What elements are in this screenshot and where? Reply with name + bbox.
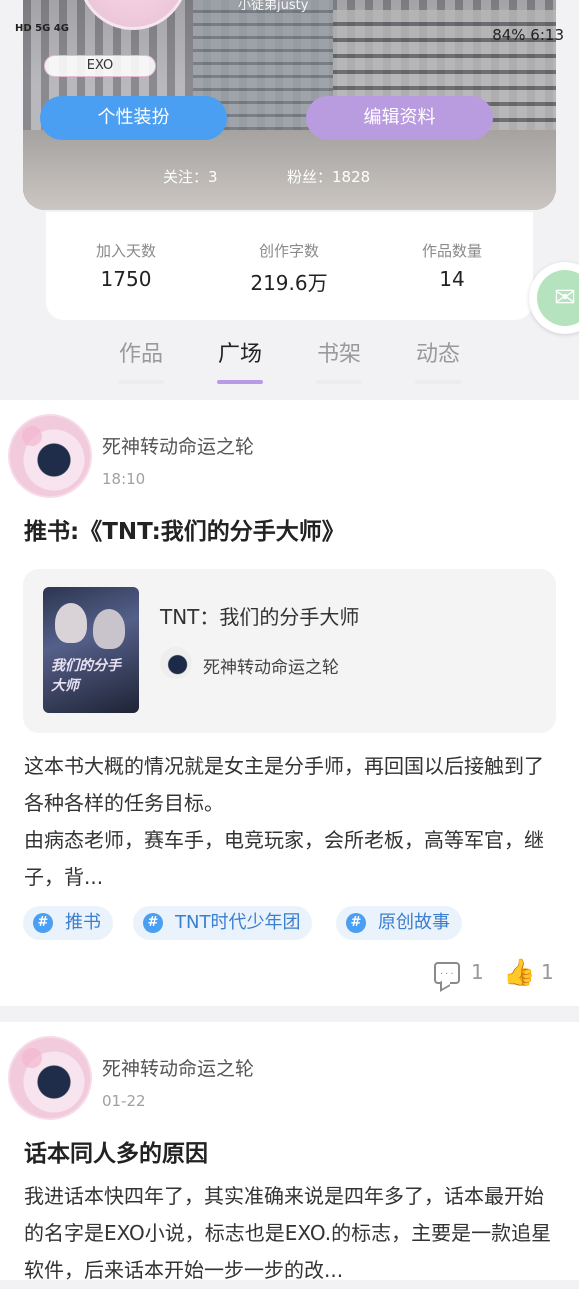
tag-label: 原创故事 bbox=[378, 912, 450, 933]
book-title[interactable]: TNT：我们的分手大师 bbox=[160, 601, 359, 630]
feed-post[interactable]: 死神转动命运之轮 01-22 话本同人多的原因 我进话本快四年了，其实准确来说是… bbox=[0, 1022, 579, 1282]
profile-tabs: 作品 广场 书架 动态 bbox=[0, 336, 579, 386]
cover-figure bbox=[93, 609, 125, 649]
post-title[interactable]: 话本同人多的原因 bbox=[24, 1134, 208, 1168]
tab-label: 作品 bbox=[118, 342, 163, 367]
tab-indicator bbox=[316, 380, 362, 384]
tab-label: 动态 bbox=[415, 342, 460, 367]
dress-up-button[interactable]: 个性装扮 bbox=[40, 96, 227, 140]
tab-works[interactable]: 作品 bbox=[111, 336, 171, 384]
stat-label: 作品数量 bbox=[421, 242, 482, 260]
book-cover[interactable]: 我们的分手大师 bbox=[43, 587, 139, 713]
stat-value: 14 bbox=[439, 267, 465, 291]
tab-activity[interactable]: 动态 bbox=[408, 336, 468, 384]
hashtag-icon: # bbox=[346, 913, 366, 933]
hashtag-icon: # bbox=[143, 913, 163, 933]
stat-label: 加入天数 bbox=[95, 242, 156, 260]
post-author[interactable]: 死神转动命运之轮 bbox=[102, 1054, 254, 1081]
post-actions: ··· 1 👍 1 bbox=[379, 958, 579, 990]
following-count[interactable]: 关注：3 bbox=[163, 166, 218, 187]
fans-count[interactable]: 粉丝：1828 bbox=[287, 166, 370, 187]
tab-square[interactable]: 广场 bbox=[210, 336, 270, 384]
profile-tag[interactable]: EXO bbox=[44, 55, 156, 77]
comment-icon[interactable]: ··· bbox=[434, 962, 460, 984]
wechat-float-button[interactable]: ✉ bbox=[529, 262, 579, 334]
edit-profile-button[interactable]: 编辑资料 bbox=[306, 96, 493, 140]
like-count: 1 bbox=[541, 960, 554, 984]
tab-indicator bbox=[118, 380, 164, 384]
stat-value: 219.6万 bbox=[250, 271, 328, 295]
author-avatar[interactable] bbox=[8, 1036, 92, 1120]
feed-post[interactable]: 死神转动命运之轮 18:10 推书:《TNT:我们的分手大师》 我们的分手大师 … bbox=[0, 400, 579, 1006]
signal-indicators: HD 5G 4G bbox=[15, 23, 69, 34]
author-avatar[interactable] bbox=[8, 414, 92, 498]
post-time: 18:10 bbox=[102, 470, 146, 488]
post-author[interactable]: 死神转动命运之轮 bbox=[102, 432, 254, 459]
wechat-icon: ✉ bbox=[537, 270, 579, 326]
tag-chip[interactable]: # TNT时代少年团 bbox=[133, 906, 313, 940]
battery-clock: 84% 6:13 bbox=[492, 26, 564, 44]
book-card[interactable]: 我们的分手大师 TNT：我们的分手大师 死神转动命运之轮 bbox=[23, 569, 556, 733]
tag-label: 推书 bbox=[65, 912, 101, 933]
comment-count: 1 bbox=[471, 960, 484, 984]
stat-join-days: 加入天数 1750 bbox=[56, 240, 196, 291]
tab-indicator bbox=[217, 380, 263, 384]
tab-bookshelf[interactable]: 书架 bbox=[309, 336, 369, 384]
tab-label: 广场 bbox=[217, 342, 262, 367]
thumbs-up-icon[interactable]: 👍 bbox=[503, 958, 535, 988]
status-bar: HD 5G 4G 84% 6:13 bbox=[0, 23, 579, 45]
profile-username: 小徒弟justy bbox=[238, 0, 309, 13]
post-time: 01-22 bbox=[102, 1092, 146, 1110]
post-body[interactable]: 这本书大概的情况就是女主是分手师，再回国以后接触到了各种各样的任务目标。 由病态… bbox=[24, 748, 559, 896]
cover-text: 我们的分手大师 bbox=[51, 658, 121, 694]
tag-chip[interactable]: # 推书 bbox=[23, 906, 113, 940]
cover-figure bbox=[55, 603, 87, 643]
stat-works-count: 作品数量 14 bbox=[382, 240, 522, 291]
tab-indicator bbox=[415, 380, 461, 384]
book-author-avatar bbox=[160, 647, 192, 679]
hashtag-icon: # bbox=[33, 913, 53, 933]
post-body[interactable]: 我进话本快四年了，其实准确来说是四年多了，话本最开始的名字是EXO小说，标志也是… bbox=[24, 1178, 559, 1289]
stat-label: 创作字数 bbox=[258, 242, 319, 260]
tag-chip[interactable]: # 原创故事 bbox=[336, 906, 462, 940]
stat-value: 1750 bbox=[100, 267, 152, 291]
stats-card: 加入天数 1750 创作字数 219.6万 作品数量 14 bbox=[46, 212, 533, 320]
book-author[interactable]: 死神转动命运之轮 bbox=[203, 653, 339, 678]
post-title[interactable]: 推书:《TNT:我们的分手大师》 bbox=[24, 512, 345, 546]
tag-label: TNT时代少年团 bbox=[175, 912, 301, 933]
tab-label: 书架 bbox=[316, 342, 361, 367]
stat-word-count: 创作字数 219.6万 bbox=[219, 240, 359, 296]
